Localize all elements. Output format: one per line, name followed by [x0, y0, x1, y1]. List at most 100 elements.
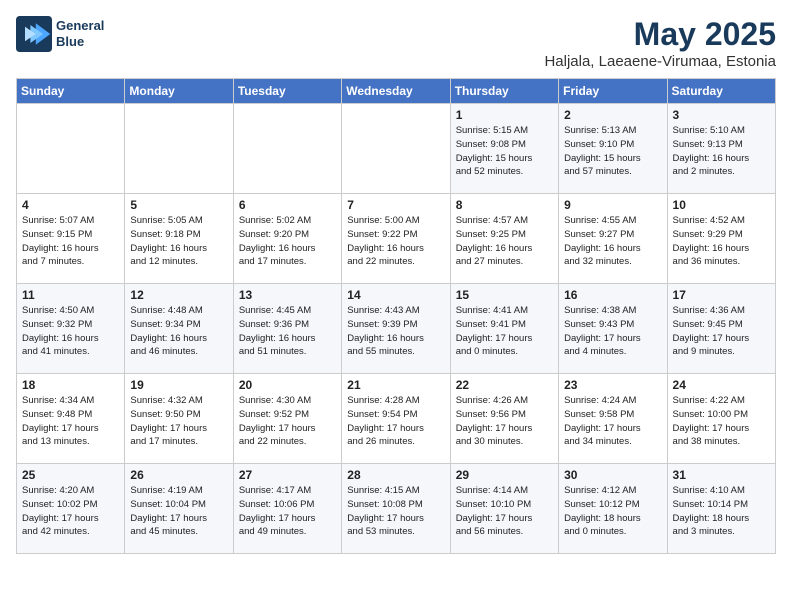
- day-info: Sunrise: 4:34 AM Sunset: 9:48 PM Dayligh…: [22, 394, 119, 449]
- calendar-cell: [17, 104, 125, 194]
- weekday-header-thursday: Thursday: [450, 79, 558, 104]
- day-number: 27: [239, 468, 336, 482]
- logo-text: General Blue: [56, 18, 104, 49]
- calendar-cell: 23 Sunrise: 4:24 AM Sunset: 9:58 PM Dayli…: [559, 374, 667, 464]
- week-row-4: 18 Sunrise: 4:34 AM Sunset: 9:48 PM Dayli…: [17, 374, 776, 464]
- calendar-cell: 1 Sunrise: 5:15 AM Sunset: 9:08 PM Daylig…: [450, 104, 558, 194]
- day-info: Sunrise: 4:10 AM Sunset: 10:14 PM Daylig…: [673, 484, 770, 539]
- day-info: Sunrise: 4:15 AM Sunset: 10:08 PM Daylig…: [347, 484, 444, 539]
- calendar-cell: 30Sunrise: 4:12 AM Sunset: 10:12 PM Dayl…: [559, 464, 667, 554]
- day-number: 19: [130, 378, 227, 392]
- day-number: 10: [673, 198, 770, 212]
- weekday-header-tuesday: Tuesday: [233, 79, 341, 104]
- day-info: Sunrise: 4:36 AM Sunset: 9:45 PM Dayligh…: [673, 304, 770, 359]
- logo: General Blue: [16, 16, 104, 52]
- day-number: 6: [239, 198, 336, 212]
- calendar-cell: 22 Sunrise: 4:26 AM Sunset: 9:56 PM Dayli…: [450, 374, 558, 464]
- day-number: 21: [347, 378, 444, 392]
- location-title: Haljala, Laeaene-Virumaa, Estonia: [544, 53, 776, 70]
- calendar-cell: 11 Sunrise: 4:50 AM Sunset: 9:32 PM Dayli…: [17, 284, 125, 374]
- day-number: 22: [456, 378, 553, 392]
- day-info: Sunrise: 4:19 AM Sunset: 10:04 PM Daylig…: [130, 484, 227, 539]
- calendar-cell: 4 Sunrise: 5:07 AM Sunset: 9:15 PM Daylig…: [17, 194, 125, 284]
- day-info: Sunrise: 4:48 AM Sunset: 9:34 PM Dayligh…: [130, 304, 227, 359]
- week-row-1: 1 Sunrise: 5:15 AM Sunset: 9:08 PM Daylig…: [17, 104, 776, 194]
- calendar-cell: 18 Sunrise: 4:34 AM Sunset: 9:48 PM Dayli…: [17, 374, 125, 464]
- weekday-header-friday: Friday: [559, 79, 667, 104]
- calendar-cell: 13 Sunrise: 4:45 AM Sunset: 9:36 PM Dayli…: [233, 284, 341, 374]
- day-info: Sunrise: 5:10 AM Sunset: 9:13 PM Dayligh…: [673, 124, 770, 179]
- page-header: General Blue May 2025 Haljala, Laeaene-V…: [16, 16, 776, 70]
- day-number: 13: [239, 288, 336, 302]
- calendar-cell: 17 Sunrise: 4:36 AM Sunset: 9:45 PM Dayli…: [667, 284, 775, 374]
- weekday-header-wednesday: Wednesday: [342, 79, 450, 104]
- day-number: 3: [673, 108, 770, 122]
- day-number: 16: [564, 288, 661, 302]
- day-number: 9: [564, 198, 661, 212]
- day-number: 11: [22, 288, 119, 302]
- calendar-cell: 14 Sunrise: 4:43 AM Sunset: 9:39 PM Dayli…: [342, 284, 450, 374]
- day-number: 14: [347, 288, 444, 302]
- title-block: May 2025 Haljala, Laeaene-Virumaa, Eston…: [544, 16, 776, 70]
- day-number: 12: [130, 288, 227, 302]
- day-info: Sunrise: 5:15 AM Sunset: 9:08 PM Dayligh…: [456, 124, 553, 179]
- day-info: Sunrise: 4:57 AM Sunset: 9:25 PM Dayligh…: [456, 214, 553, 269]
- day-number: 25: [22, 468, 119, 482]
- week-row-2: 4 Sunrise: 5:07 AM Sunset: 9:15 PM Daylig…: [17, 194, 776, 284]
- logo-line2: Blue: [56, 34, 104, 50]
- day-number: 28: [347, 468, 444, 482]
- calendar-cell: 8Sunrise: 4:57 AM Sunset: 9:25 PM Daylig…: [450, 194, 558, 284]
- calendar-cell: 25 Sunrise: 4:20 AM Sunset: 10:02 PM Dayl…: [17, 464, 125, 554]
- logo-line1: General: [56, 18, 104, 34]
- week-row-3: 11 Sunrise: 4:50 AM Sunset: 9:32 PM Dayli…: [17, 284, 776, 374]
- day-number: 24: [673, 378, 770, 392]
- day-info: Sunrise: 4:41 AM Sunset: 9:41 PM Dayligh…: [456, 304, 553, 359]
- day-number: 1: [456, 108, 553, 122]
- calendar-cell: 16Sunrise: 4:38 AM Sunset: 9:43 PM Dayli…: [559, 284, 667, 374]
- day-info: Sunrise: 4:50 AM Sunset: 9:32 PM Dayligh…: [22, 304, 119, 359]
- day-number: 26: [130, 468, 227, 482]
- calendar-cell: 26 Sunrise: 4:19 AM Sunset: 10:04 PM Dayl…: [125, 464, 233, 554]
- calendar-cell: 27 Sunrise: 4:17 AM Sunset: 10:06 PM Dayl…: [233, 464, 341, 554]
- day-number: 23: [564, 378, 661, 392]
- day-number: 18: [22, 378, 119, 392]
- calendar-cell: 3 Sunrise: 5:10 AM Sunset: 9:13 PM Daylig…: [667, 104, 775, 194]
- day-info: Sunrise: 4:17 AM Sunset: 10:06 PM Daylig…: [239, 484, 336, 539]
- calendar-cell: 31Sunrise: 4:10 AM Sunset: 10:14 PM Dayl…: [667, 464, 775, 554]
- calendar-cell: 15Sunrise: 4:41 AM Sunset: 9:41 PM Dayli…: [450, 284, 558, 374]
- calendar-cell: 7 Sunrise: 5:00 AM Sunset: 9:22 PM Daylig…: [342, 194, 450, 284]
- weekday-header-row: SundayMondayTuesdayWednesdayThursdayFrid…: [17, 79, 776, 104]
- day-number: 29: [456, 468, 553, 482]
- day-info: Sunrise: 4:43 AM Sunset: 9:39 PM Dayligh…: [347, 304, 444, 359]
- calendar-cell: [342, 104, 450, 194]
- day-info: Sunrise: 4:24 AM Sunset: 9:58 PM Dayligh…: [564, 394, 661, 449]
- day-info: Sunrise: 5:07 AM Sunset: 9:15 PM Dayligh…: [22, 214, 119, 269]
- day-info: Sunrise: 4:32 AM Sunset: 9:50 PM Dayligh…: [130, 394, 227, 449]
- day-info: Sunrise: 4:55 AM Sunset: 9:27 PM Dayligh…: [564, 214, 661, 269]
- calendar-table: SundayMondayTuesdayWednesdayThursdayFrid…: [16, 78, 776, 554]
- week-row-5: 25 Sunrise: 4:20 AM Sunset: 10:02 PM Dayl…: [17, 464, 776, 554]
- weekday-header-sunday: Sunday: [17, 79, 125, 104]
- day-number: 7: [347, 198, 444, 212]
- day-number: 4: [22, 198, 119, 212]
- logo-icon: [16, 16, 52, 52]
- calendar-cell: 12 Sunrise: 4:48 AM Sunset: 9:34 PM Dayli…: [125, 284, 233, 374]
- day-info: Sunrise: 4:22 AM Sunset: 10:00 PM Daylig…: [673, 394, 770, 449]
- day-info: Sunrise: 4:14 AM Sunset: 10:10 PM Daylig…: [456, 484, 553, 539]
- day-number: 5: [130, 198, 227, 212]
- day-info: Sunrise: 5:05 AM Sunset: 9:18 PM Dayligh…: [130, 214, 227, 269]
- day-info: Sunrise: 4:26 AM Sunset: 9:56 PM Dayligh…: [456, 394, 553, 449]
- day-info: Sunrise: 4:20 AM Sunset: 10:02 PM Daylig…: [22, 484, 119, 539]
- calendar-cell: 24 Sunrise: 4:22 AM Sunset: 10:00 PM Dayl…: [667, 374, 775, 464]
- calendar-cell: 6Sunrise: 5:02 AM Sunset: 9:20 PM Daylig…: [233, 194, 341, 284]
- day-info: Sunrise: 4:45 AM Sunset: 9:36 PM Dayligh…: [239, 304, 336, 359]
- calendar-cell: 5 Sunrise: 5:05 AM Sunset: 9:18 PM Daylig…: [125, 194, 233, 284]
- day-info: Sunrise: 5:00 AM Sunset: 9:22 PM Dayligh…: [347, 214, 444, 269]
- day-info: Sunrise: 4:28 AM Sunset: 9:54 PM Dayligh…: [347, 394, 444, 449]
- day-number: 20: [239, 378, 336, 392]
- calendar-cell: 9 Sunrise: 4:55 AM Sunset: 9:27 PM Daylig…: [559, 194, 667, 284]
- day-number: 17: [673, 288, 770, 302]
- day-number: 30: [564, 468, 661, 482]
- calendar-cell: 19 Sunrise: 4:32 AM Sunset: 9:50 PM Dayli…: [125, 374, 233, 464]
- calendar-cell: [125, 104, 233, 194]
